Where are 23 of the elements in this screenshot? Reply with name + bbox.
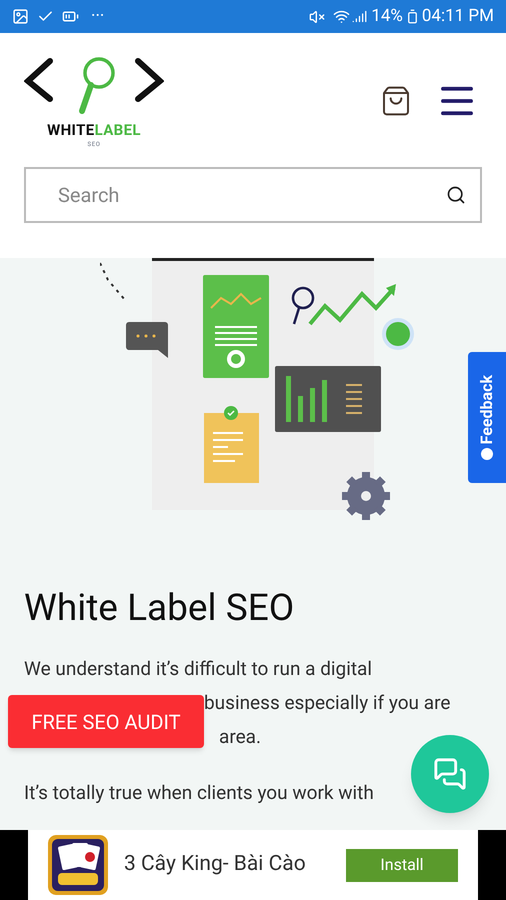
logo-wordmark-dark: WHITE <box>47 121 95 140</box>
search-field[interactable]: Search <box>24 166 482 223</box>
article-text-line: business especially if you are <box>204 690 450 716</box>
picture-notification-icon <box>12 8 29 25</box>
free-seo-audit-button[interactable]: FREE SEO AUDIT <box>8 695 204 748</box>
feedback-tab[interactable]: Feedback <box>468 352 506 483</box>
mute-icon <box>309 8 326 24</box>
article-title: White Label SEO <box>24 586 296 632</box>
article-text-line: It’s totally true when clients you work with <box>24 780 374 806</box>
chat-bubbles-icon <box>433 757 467 791</box>
ad-app-name: 3 Cây King- Bài Cào <box>124 851 307 878</box>
ad-banner[interactable]: 3 Cây King- Bài Cào Install <box>28 830 478 900</box>
more-notifications: ··· <box>91 4 104 28</box>
logo-wordmark-accent: LABEL <box>94 121 141 140</box>
wifi-icon <box>333 8 350 25</box>
search-icon[interactable] <box>446 184 466 205</box>
article-text-line: We understand it’s difficult to run a digital <box>24 656 372 682</box>
install-button[interactable]: Install <box>346 848 458 882</box>
battery-percent: 14% <box>371 4 403 28</box>
cart-button[interactable] <box>380 84 412 117</box>
article-text-line: area. <box>219 724 262 750</box>
signal-icon <box>352 9 368 24</box>
status-time: 04:11 PM <box>422 4 494 28</box>
